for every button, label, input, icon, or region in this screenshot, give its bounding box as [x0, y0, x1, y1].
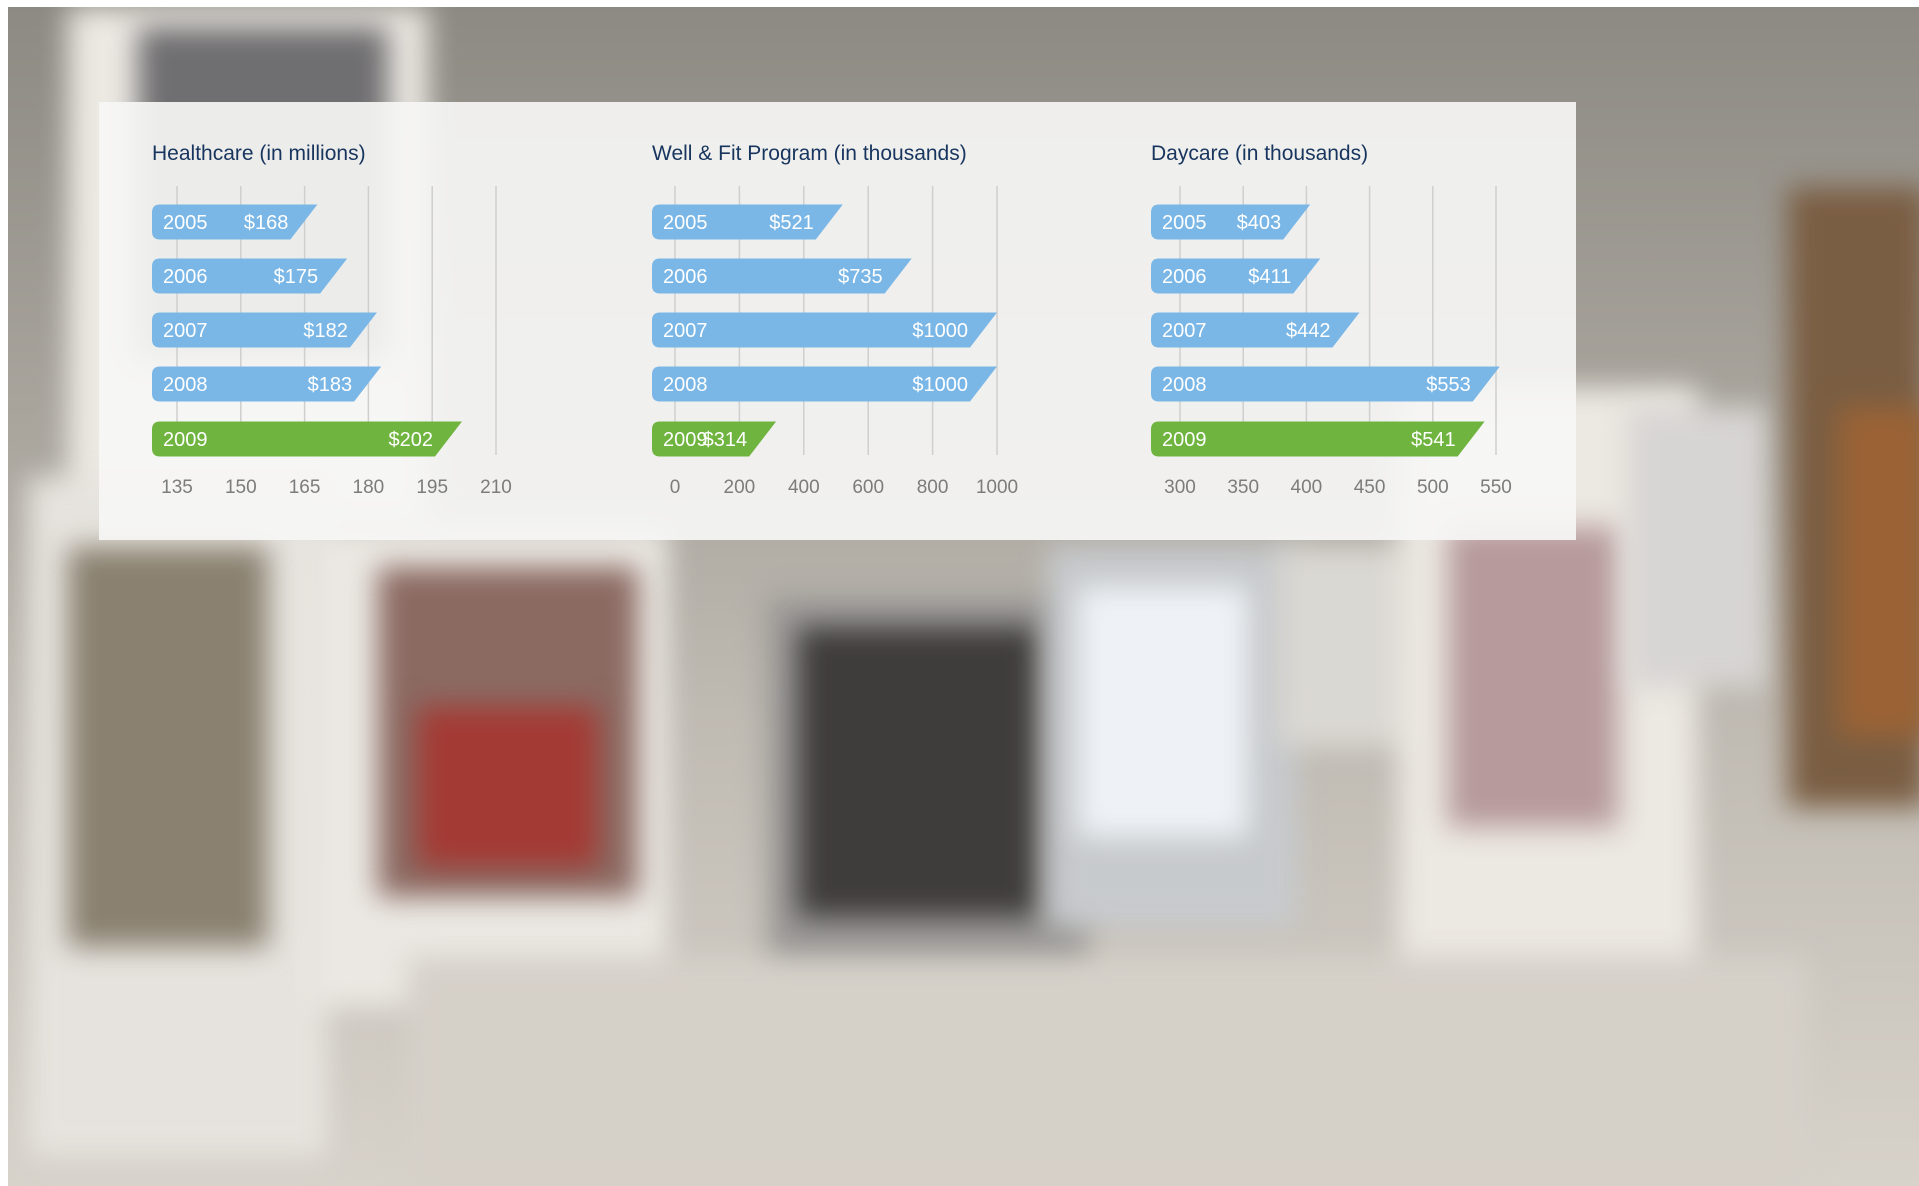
tick-label-2-5: 550 — [1480, 477, 1512, 498]
tick-label-2-3: 450 — [1354, 477, 1386, 498]
bar-category-label-0-3: 2008 — [163, 374, 208, 396]
tick-label-1-4: 800 — [917, 477, 949, 498]
bar-charts: 135 150 165 180 195 210 2005 $168 2006 $175 2007 $1… — [152, 186, 1512, 498]
bar-value-label-0-2: $182 — [303, 320, 348, 342]
bar-value-label-1-4: $314 — [703, 429, 748, 451]
bar-category-label-2-2: 2007 — [1162, 320, 1207, 342]
bar-value-label-2-3: $553 — [1426, 374, 1471, 396]
bar-value-label-2-4: $541 — [1411, 429, 1456, 451]
bar-value-label-2-0: $403 — [1237, 212, 1282, 234]
tick-label-0-5: 210 — [480, 477, 512, 498]
bar-value-label-0-1: $175 — [274, 266, 319, 288]
bar-category-label-2-4: 2009 — [1162, 429, 1207, 451]
bar-category-label-0-4: 2009 — [163, 429, 208, 451]
bar-category-label-2-0: 2005 — [1162, 212, 1207, 234]
tick-label-0-4: 195 — [416, 477, 448, 498]
bar-category-label-1-4: 2009 — [663, 429, 708, 451]
bar-category-label-1-2: 2007 — [663, 320, 708, 342]
bar-value-label-0-4: $202 — [388, 429, 433, 451]
tick-label-1-0: 0 — [670, 477, 681, 498]
tick-label-0-3: 180 — [353, 477, 385, 498]
tick-label-1-3: 600 — [852, 477, 884, 498]
tick-label-0-1: 150 — [225, 477, 257, 498]
tick-label-1-2: 400 — [788, 477, 820, 498]
tick-label-2-1: 350 — [1227, 477, 1259, 498]
bar-value-label-2-2: $442 — [1286, 320, 1331, 342]
tick-label-0-2: 165 — [289, 477, 321, 498]
bar-value-label-0-0: $168 — [244, 212, 289, 234]
bar-category-label-0-1: 2006 — [163, 266, 208, 288]
bar-category-label-1-3: 2008 — [663, 374, 708, 396]
bar-value-label-1-0: $521 — [769, 212, 814, 234]
tick-label-0-0: 135 — [161, 477, 193, 498]
bar-category-label-2-3: 2008 — [1162, 374, 1207, 396]
tick-label-2-2: 400 — [1291, 477, 1323, 498]
tick-label-2-4: 500 — [1417, 477, 1449, 498]
bar-value-label-1-1: $735 — [838, 266, 883, 288]
bar-category-label-2-1: 2006 — [1162, 266, 1207, 288]
bar-category-label-0-2: 2007 — [163, 320, 208, 342]
bar-category-label-1-0: 2005 — [663, 212, 708, 234]
bar-value-label-0-3: $183 — [308, 374, 353, 396]
bar-value-label-1-3: $1000 — [912, 374, 968, 396]
tick-label-1-1: 200 — [724, 477, 756, 498]
tick-label-2-0: 300 — [1164, 477, 1196, 498]
bar-category-label-1-1: 2006 — [663, 266, 708, 288]
bar-value-label-2-1: $411 — [1248, 266, 1291, 288]
tick-label-1-5: 1000 — [976, 477, 1018, 498]
bar-value-label-1-2: $1000 — [912, 320, 968, 342]
bar-category-label-0-0: 2005 — [163, 212, 208, 234]
